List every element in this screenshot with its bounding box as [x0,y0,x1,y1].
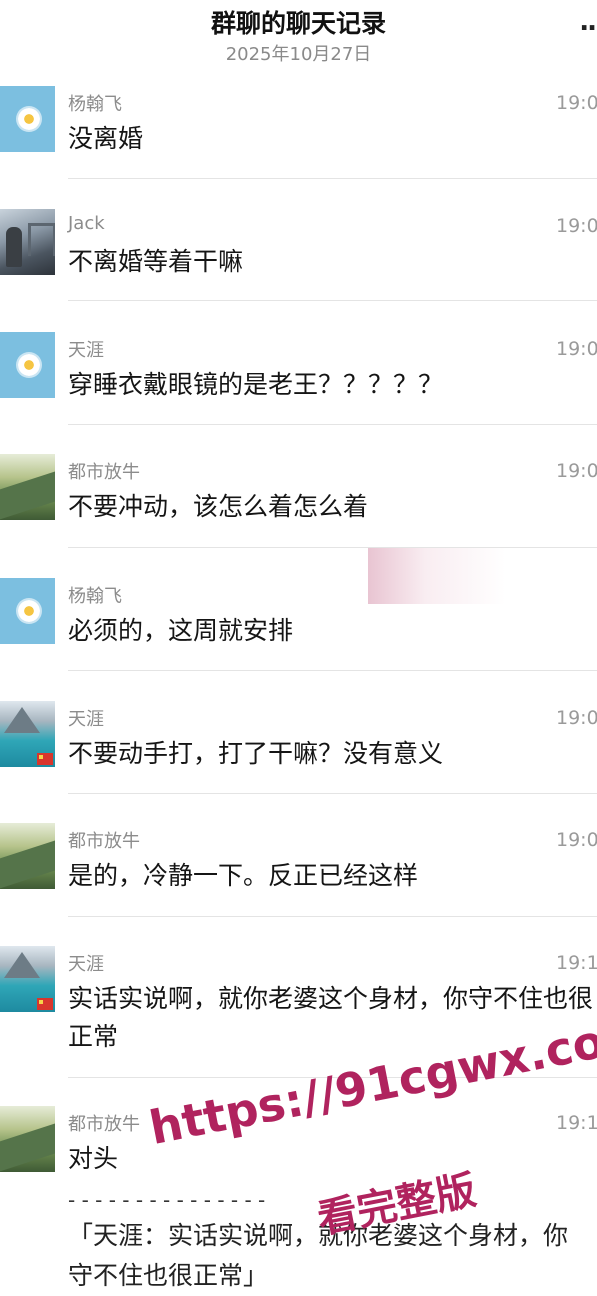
message-time: 19:0 [556,829,597,851]
flower-icon [18,354,40,376]
mountain-avatar[interactable] [0,823,55,889]
message-text: 是的，冷静一下。反正已经这样 [68,861,419,890]
page-title: 群聊的聊天记录 [210,9,386,38]
sender-name: Jack [68,213,105,234]
message-time: 19:0 [556,460,597,482]
mountain-avatar[interactable] [0,454,55,520]
message-time: 19:0 [556,215,597,237]
sender-name: 都市放牛 [68,1114,140,1135]
chat-message: 都市放牛 19:0 是的，冷静一下。反正已经这样 [0,823,597,915]
chat-message: 天涯 19:0 不要动手打，打了干嘛？没有意义 [0,701,597,793]
divider [68,916,597,917]
more-options-icon[interactable]: .. [579,9,597,35]
message-text: 不离婚等着干嘛 [68,247,244,276]
sender-name: 天涯 [68,709,104,730]
flag-icon [37,753,53,765]
sender-name: 都市放牛 [68,462,140,483]
chat-date: 2025年10月27日 [225,44,372,65]
message-time: 19:0 [556,338,597,360]
message-time: 19:0 [556,707,597,729]
divider [68,178,597,179]
message-time: 19:1 [556,952,597,974]
chat-message: 杨翰飞 必须的，这周就安排 [0,578,597,670]
message-text: 对头 [68,1144,119,1173]
flower-icon [18,600,40,622]
lake-avatar[interactable] [0,701,55,767]
chat-message: 杨翰飞 19:0 没离婚 [0,86,597,178]
sender-name: 都市放牛 [68,831,140,852]
quote-separator: - - - - - - - - - - - - - - - [68,1188,266,1212]
sender-name: 天涯 [68,340,104,361]
sender-name: 杨翰飞 [68,94,122,115]
flower-icon [18,108,40,130]
sender-name: 杨翰飞 [68,586,122,607]
chat-message: Jack 19:0 不离婚等着干嘛 [0,209,597,301]
divider [68,670,597,671]
divider [68,424,597,425]
message-text: 穿睡衣戴眼镜的是老王？？？？？ [68,370,444,399]
chat-header: 群聊的聊天记录 2025年10月27日 .. [0,0,597,80]
message-text: 必须的，这周就安排 [68,616,294,645]
flower-avatar[interactable] [0,86,55,152]
message-text: 不要动手打，打了干嘛？没有意义 [68,739,444,768]
flower-avatar[interactable] [0,332,55,398]
message-text: 不要冲动，该怎么着怎么着 [68,492,369,521]
message-time: 19:0 [556,92,597,114]
chat-message: 天涯 19:0 穿睡衣戴眼镜的是老王？？？？？ [0,332,597,424]
divider [68,793,597,794]
city-photo-avatar[interactable] [0,209,55,275]
lake-avatar[interactable] [0,946,55,1012]
flower-avatar[interactable] [0,578,55,644]
flag-icon [37,998,53,1010]
divider [68,300,597,301]
message-time: 19:1 [556,1112,597,1134]
mountain-avatar[interactable] [0,1106,55,1172]
sender-name: 天涯 [68,954,104,975]
message-text: 没离婚 [68,124,144,153]
chat-message: 都市放牛 19:0 不要冲动，该怎么着怎么着 [0,454,597,546]
